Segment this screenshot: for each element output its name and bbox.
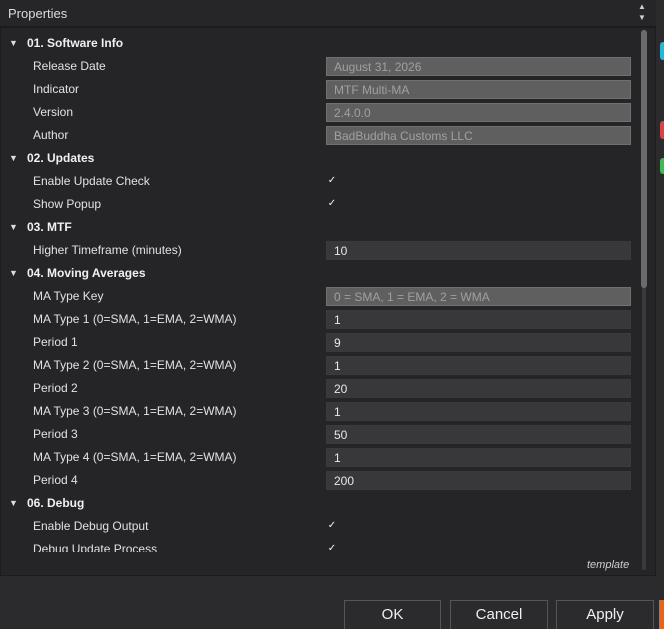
property-row-ma-type-4-0-sma-1-ema-2-wma: MA Type 4 (0=SMA, 1=EMA, 2=WMA) 1 [1,446,637,469]
property-row-release-date: Release Date August 31, 2026 [1,55,637,78]
scroll-up-icon[interactable]: ▲ [638,2,646,11]
cancel-button[interactable]: Cancel [450,600,548,629]
property-row-period-2: Period 2 20 [1,377,637,400]
property-row-ma-type-key: MA Type Key 0 = SMA, 1 = EMA, 2 = WMA [1,285,637,308]
checkmark-icon[interactable]: ✓ [326,543,338,552]
apply-button[interactable]: Apply [556,600,654,629]
scrollbar-thumb[interactable] [641,30,647,288]
category-label: 04. Moving Averages [27,266,146,280]
property-row-enable-debug-output: Enable Debug Output ✓ [1,515,637,538]
property-label: Period 2 [33,381,78,395]
value-field[interactable]: 1 [326,402,631,421]
category-label: 02. Updates [27,151,95,165]
readonly-field: 2.4.0.0 [326,103,631,122]
property-row-indicator: Indicator MTF Multi-MA [1,78,637,101]
property-label: Indicator [33,82,80,96]
edge-red-marker [660,121,664,139]
value-field[interactable]: 1 [326,448,631,467]
property-row-version: Version 2.4.0.0 [1,101,637,124]
checkmark-icon[interactable]: ✓ [326,520,338,532]
property-label: Period 3 [33,427,78,441]
value-field[interactable]: 200 [326,471,631,490]
property-row-show-popup: Show Popup ✓ [1,193,637,216]
property-row-ma-type-3-0-sma-1-ema-2-wma: MA Type 3 (0=SMA, 1=EMA, 2=WMA) 1 [1,400,637,423]
checkmark-icon[interactable]: ✓ [326,198,338,210]
caret-down-icon[interactable]: ▼ [9,38,18,48]
caret-down-icon[interactable]: ▼ [9,153,18,163]
property-label: Release Date [33,59,106,73]
property-label: Debug Update Process [33,542,158,552]
caret-down-icon[interactable]: ▼ [9,268,18,278]
value-field[interactable]: 10 [326,241,631,260]
property-label: Period 4 [33,473,78,487]
property-label: Enable Update Check [33,174,150,188]
property-label: Period 1 [33,335,78,349]
value-field[interactable]: 20 [326,379,631,398]
property-row-debug-update-process: Debug Update Process ✓ [1,538,637,552]
caret-down-icon[interactable]: ▼ [9,498,18,508]
readonly-field: MTF Multi-MA [326,80,631,99]
category-label: 06. Debug [27,496,85,510]
category-06-debug[interactable]: ▼ 06. Debug [1,492,637,515]
readonly-field: 0 = SMA, 1 = EMA, 2 = WMA [326,287,631,306]
property-label: MA Type 2 (0=SMA, 1=EMA, 2=WMA) [33,358,237,372]
category-label: 01. Software Info [27,36,124,50]
property-label: MA Type 4 (0=SMA, 1=EMA, 2=WMA) [33,450,237,464]
property-row-ma-type-1-0-sma-1-ema-2-wma: MA Type 1 (0=SMA, 1=EMA, 2=WMA) 1 [1,308,637,331]
property-label: Author [33,128,69,142]
value-field[interactable]: 50 [326,425,631,444]
edge-orange-marker [659,600,664,629]
edge-green-marker [660,158,664,174]
property-label: MA Type 3 (0=SMA, 1=EMA, 2=WMA) [33,404,237,418]
value-field[interactable]: 9 [326,333,631,352]
category-label: 03. MTF [27,220,72,234]
property-row-ma-type-2-0-sma-1-ema-2-wma: MA Type 2 (0=SMA, 1=EMA, 2=WMA) 1 [1,354,637,377]
property-row-higher-timeframe-minutes: Higher Timeframe (minutes) 10 [1,239,637,262]
readonly-field: BadBuddha Customs LLC [326,126,631,145]
scroll-down-icon[interactable]: ▼ [638,13,646,22]
property-row-period-4: Period 4 200 [1,469,637,492]
value-field[interactable]: 1 [326,356,631,375]
value-field[interactable]: 1 [326,310,631,329]
caret-down-icon[interactable]: ▼ [9,222,18,232]
category-02-updates[interactable]: ▼ 02. Updates [1,147,637,170]
property-row-author: Author BadBuddha Customs LLC [1,124,637,147]
window-title: Properties [8,6,68,21]
readonly-field: August 31, 2026 [326,57,631,76]
category-04-moving-averages[interactable]: ▼ 04. Moving Averages [1,262,637,285]
edge-cyan-marker [660,42,664,60]
category-01-software-info[interactable]: ▼ 01. Software Info [1,32,637,55]
template-label[interactable]: template [587,559,629,571]
property-row-period-1: Period 1 9 [1,331,637,354]
property-grid: ▼ 01. Software Info Release Date August 31,… [1,32,637,552]
checkmark-icon[interactable]: ✓ [326,175,338,187]
property-row-enable-update-check: Enable Update Check ✓ [1,170,637,193]
category-03-mtf[interactable]: ▼ 03. MTF [1,216,637,239]
property-label: Version [33,105,74,119]
property-label: Higher Timeframe (minutes) [33,243,182,257]
ok-button[interactable]: OK [344,600,441,629]
property-row-period-3: Period 3 50 [1,423,637,446]
vertical-scrollbar[interactable] [639,30,651,570]
property-label: MA Type Key [33,289,104,303]
property-label: Enable Debug Output [33,519,149,533]
property-label: Show Popup [33,197,102,211]
properties-titlebar: Properties ▲ ▼ [0,0,656,27]
property-grid-panel: ▼ 01. Software Info Release Date August 31,… [0,27,656,576]
property-label: MA Type 1 (0=SMA, 1=EMA, 2=WMA) [33,312,237,326]
